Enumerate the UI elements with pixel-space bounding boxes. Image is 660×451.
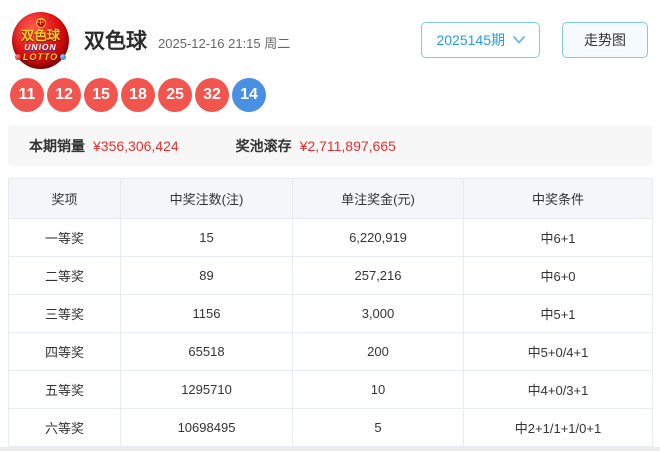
red-ball-3: 15 xyxy=(84,78,118,112)
table-row: 四等奖 65518 200 中5+0/4+1 xyxy=(9,333,653,371)
prize-amount: 10 xyxy=(293,371,464,409)
prize-amount: 257,216 xyxy=(293,257,464,295)
trend-chart-button[interactable]: 走势图 xyxy=(562,22,648,58)
chevron-down-icon xyxy=(513,36,525,44)
prize-condition: 中5+1 xyxy=(464,295,653,333)
red-ball-4: 18 xyxy=(121,78,155,112)
logo-emblem-icon: 中 xyxy=(36,18,46,28)
pool-group: 奖池滚存 ¥2,711,897,665 xyxy=(236,136,396,156)
prize-level: 六等奖 xyxy=(9,409,121,447)
red-ball-5: 25 xyxy=(158,78,192,112)
sales-value: ¥356,306,424 xyxy=(93,138,179,154)
table-row: 二等奖 89 257,216 中6+0 xyxy=(9,257,653,295)
prize-count: 10698495 xyxy=(121,409,293,447)
prize-amount: 5 xyxy=(293,409,464,447)
prize-count: 65518 xyxy=(121,333,293,371)
prize-count: 1156 xyxy=(121,295,293,333)
prize-level: 四等奖 xyxy=(9,333,121,371)
table-row: 一等奖 15 6,220,919 中6+1 xyxy=(9,219,653,257)
logo-text-lotto: LOTTO xyxy=(15,52,66,62)
draw-datetime: 2025-12-16 21:15 周二 xyxy=(158,33,290,52)
logo-text-cn: 双色球 xyxy=(21,29,60,42)
pool-value: ¥2,711,897,665 xyxy=(300,138,396,154)
logo-text-union: UNION xyxy=(24,42,56,52)
sales-group: 本期销量 ¥356,306,424 xyxy=(29,136,179,156)
trend-chart-button-label: 走势图 xyxy=(584,30,626,50)
col-header-count: 中奖注数(注) xyxy=(121,179,293,219)
sales-label: 本期销量 xyxy=(29,136,85,156)
prize-condition: 中2+1/1+1/0+1 xyxy=(464,409,653,447)
prize-amount: 200 xyxy=(293,333,464,371)
prize-amount: 3,000 xyxy=(293,295,464,333)
period-selector-label: 2025145期 xyxy=(436,30,505,50)
red-ball-1: 11 xyxy=(10,78,44,112)
prize-count: 1295710 xyxy=(121,371,293,409)
prize-amount: 6,220,919 xyxy=(293,219,464,257)
table-header-row: 奖项 中奖注数(注) 单注奖金(元) 中奖条件 xyxy=(9,179,653,219)
logo-blue-ball-icon xyxy=(60,54,66,60)
table-row: 五等奖 1295710 10 中4+0/3+1 xyxy=(9,371,653,409)
prize-condition: 中4+0/3+1 xyxy=(464,371,653,409)
page-title: 双色球 xyxy=(84,25,147,55)
red-ball-6: 32 xyxy=(195,78,229,112)
winning-numbers: 11 12 15 18 25 32 14 xyxy=(0,78,660,112)
prize-condition: 中6+1 xyxy=(464,219,653,257)
red-ball-2: 12 xyxy=(47,78,81,112)
prize-condition: 中5+0/4+1 xyxy=(464,333,653,371)
period-selector-dropdown[interactable]: 2025145期 xyxy=(421,22,540,58)
pool-label: 奖池滚存 xyxy=(236,136,292,156)
sales-pool-bar: 本期销量 ¥356,306,424 奖池滚存 ¥2,711,897,665 xyxy=(8,125,652,166)
col-header-level: 奖项 xyxy=(9,179,121,219)
prize-count: 89 xyxy=(121,257,293,295)
page-bottom-divider xyxy=(0,447,660,451)
prize-condition: 中6+0 xyxy=(464,257,653,295)
logo-red-ball-icon xyxy=(15,54,21,60)
prize-table: 奖项 中奖注数(注) 单注奖金(元) 中奖条件 一等奖 15 6,220,919… xyxy=(8,178,653,447)
table-row: 三等奖 1156 3,000 中5+1 xyxy=(9,295,653,333)
prize-level: 五等奖 xyxy=(9,371,121,409)
table-row: 六等奖 10698495 5 中2+1/1+1/0+1 xyxy=(9,409,653,447)
union-lotto-logo-icon: 中 双色球 UNION LOTTO xyxy=(12,12,69,69)
col-header-amount: 单注奖金(元) xyxy=(293,179,464,219)
prize-level: 一等奖 xyxy=(9,219,121,257)
blue-ball: 14 xyxy=(232,78,266,112)
prize-level: 三等奖 xyxy=(9,295,121,333)
col-header-condition: 中奖条件 xyxy=(464,179,653,219)
prize-level: 二等奖 xyxy=(9,257,121,295)
page-header: 中 双色球 UNION LOTTO 双色球 2025-12-16 21:15 周… xyxy=(0,0,660,70)
prize-count: 15 xyxy=(121,219,293,257)
